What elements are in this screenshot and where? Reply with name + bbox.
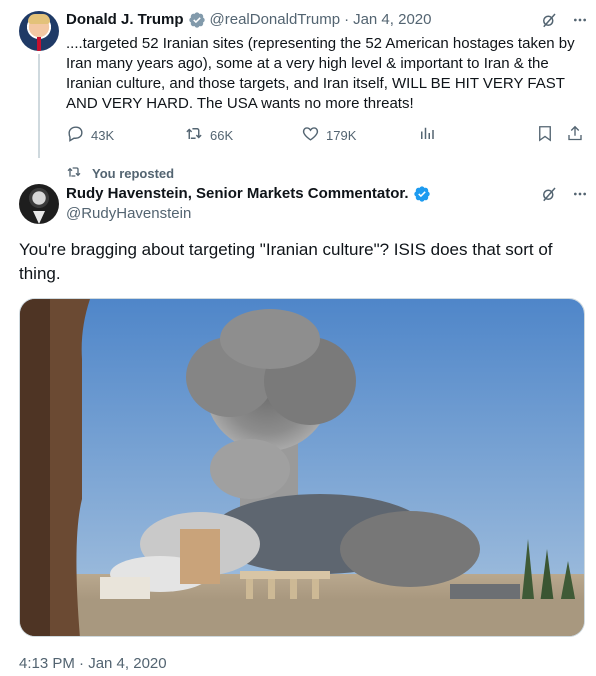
views-icon [418,124,436,145]
repost-icon [184,124,204,146]
reply-count: 43K [91,127,115,143]
bookmark-button[interactable] [536,124,554,146]
tweet-actions: 43K 66K 179K [66,124,586,146]
tweet-timestamp[interactable]: 4:13 PM · Jan 4, 2020 [19,654,167,674]
tweet-date[interactable]: Jan 4, 2020 [353,10,431,30]
more-icon[interactable] [572,186,588,202]
repost-label[interactable]: You reposted [92,166,174,181]
share-icon [566,124,584,146]
thread-connector-line [38,54,40,158]
more-icon[interactable] [572,12,588,28]
verified-badge-icon [413,185,431,203]
tweet-text: You're bragging about targeting "Iranian… [19,240,553,283]
handle[interactable]: @realDonaldTrump [210,10,341,30]
bookmark-icon [536,124,554,146]
tweet-photo[interactable] [19,298,585,637]
like-count: 179K [326,127,357,143]
separator-dot: · [344,11,350,28]
grok-icon[interactable] [540,11,558,29]
grok-icon[interactable] [540,185,558,203]
tweet-top-actions [540,11,588,29]
verified-badge-icon [188,11,206,29]
handle-row: @RudyHavenstein [66,204,191,224]
repost-count: 66K [210,127,234,143]
avatar[interactable] [19,11,59,51]
avatar[interactable] [19,184,59,224]
reply-icon [66,124,85,146]
repost-indicator: You reposted [66,164,174,183]
tweet-header: Rudy Havenstein, Senior Markets Commenta… [66,184,435,204]
parent-tweet[interactable]: Donald J. Trump @realDonaldTrump · Jan 4… [0,0,596,160]
tweet-top-actions [540,185,588,203]
handle[interactable]: @RudyHavenstein [66,204,191,224]
share-button[interactable] [566,124,584,146]
reply-button[interactable]: 43K [66,124,114,146]
views-button[interactable] [418,124,436,145]
display-name[interactable]: Rudy Havenstein, Senior Markets Commenta… [66,184,409,204]
tweet-text: ....targeted 52 Iranian sites (represent… [66,35,575,112]
repost-button[interactable]: 66K [184,124,233,146]
like-icon [301,124,320,146]
repost-icon [66,164,82,183]
tweet-header: Donald J. Trump @realDonaldTrump · Jan 4… [66,10,431,30]
display-name[interactable]: Donald J. Trump [66,10,184,30]
like-button[interactable]: 179K [301,124,356,146]
